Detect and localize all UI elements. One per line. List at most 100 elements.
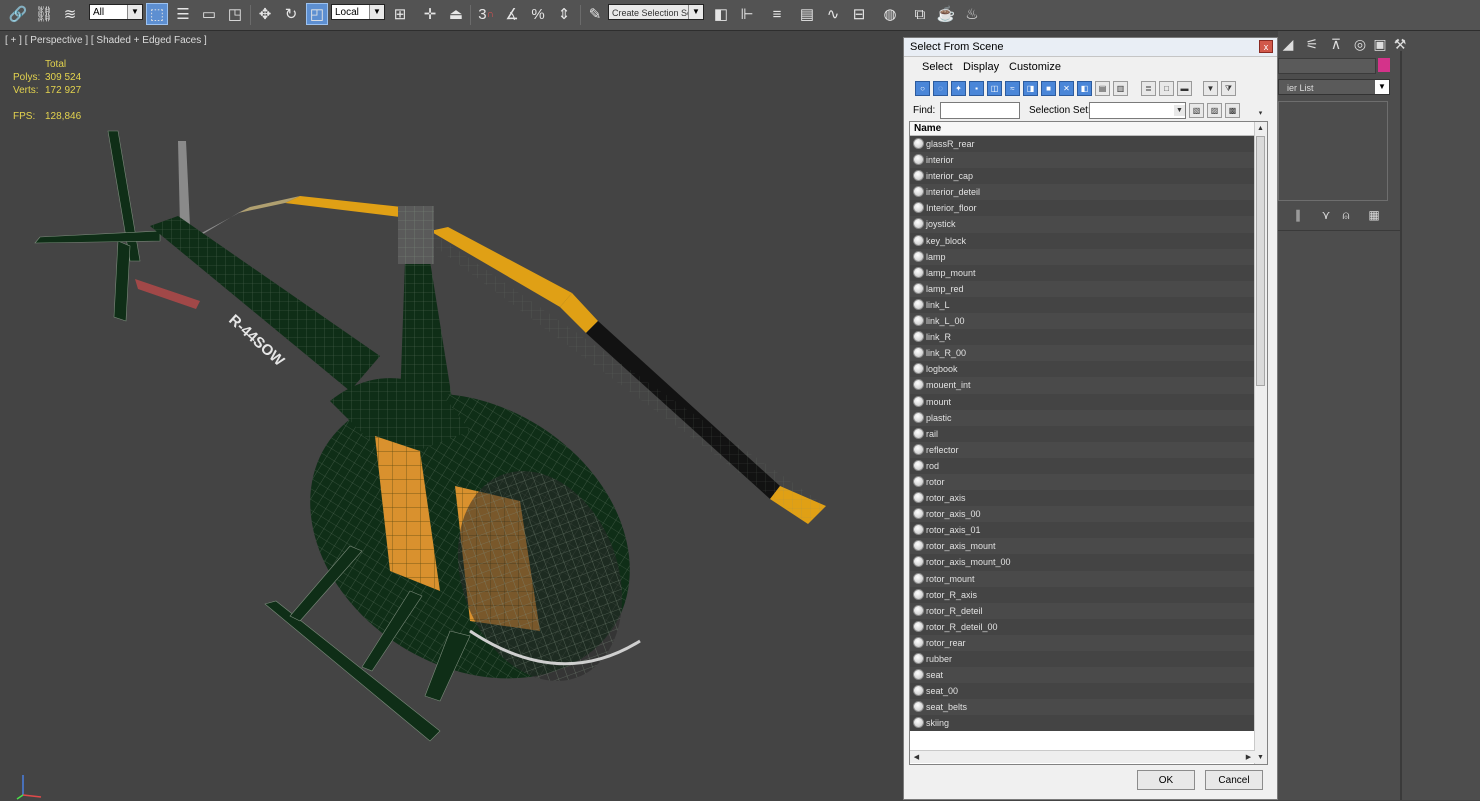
reference-coordinate-dropdown[interactable]: Local ▼: [331, 4, 385, 20]
display-helpers-icon[interactable]: ◫: [987, 81, 1002, 96]
percent-snap-icon[interactable]: %: [527, 3, 549, 25]
list-item[interactable]: rotor_R_deteil_00: [910, 618, 1255, 635]
bind-space-warp-icon[interactable]: ≋: [59, 3, 81, 25]
display-containers-icon[interactable]: ◧: [1077, 81, 1092, 96]
scroll-right-icon[interactable]: ▶: [1243, 751, 1254, 762]
mirror-icon[interactable]: ◧: [710, 3, 732, 25]
list-item[interactable]: rotor_R_axis: [910, 586, 1255, 603]
column-header-name[interactable]: Name: [910, 122, 1255, 136]
scroll-up-icon[interactable]: ▲: [1255, 123, 1266, 134]
list-item[interactable]: interior_deteil: [910, 184, 1255, 201]
list-item[interactable]: interior: [910, 152, 1255, 169]
select-object-icon[interactable]: ⬚: [146, 3, 168, 25]
dialog-title-bar[interactable]: Select From Scene x: [904, 38, 1277, 57]
display-none-icon[interactable]: ▥: [1113, 81, 1128, 96]
create-selection-set-icon[interactable]: ▧: [1189, 103, 1204, 118]
list-item[interactable]: rotor: [910, 473, 1255, 491]
schematic-view-icon[interactable]: ⊟: [848, 3, 870, 25]
list-item[interactable]: lamp: [910, 248, 1255, 265]
pin-stack-icon[interactable]: ∥: [1288, 206, 1308, 224]
render-production-icon[interactable]: ♨: [961, 3, 983, 25]
perspective-viewport[interactable]: [ + ] [ Perspective ] [ Shaded + Edged F…: [0, 31, 903, 800]
hierarchy-panel-icon[interactable]: ⊼: [1326, 35, 1346, 53]
menu-display[interactable]: Display: [963, 61, 999, 73]
display-all-icon[interactable]: ▤: [1095, 81, 1110, 96]
list-item[interactable]: interior_cap: [910, 168, 1255, 185]
object-color-swatch[interactable]: [1378, 58, 1390, 72]
list-item[interactable]: Interior_floor: [910, 200, 1255, 217]
select-all-icon[interactable]: ≣: [1141, 81, 1156, 96]
list-item[interactable]: link_L_00: [910, 313, 1255, 330]
select-none-icon[interactable]: □: [1159, 81, 1174, 96]
modifier-stack[interactable]: [1278, 101, 1388, 201]
list-item[interactable]: plastic: [910, 409, 1255, 426]
horizontal-scrollbar[interactable]: ◀ ▶: [910, 750, 1255, 763]
list-item[interactable]: seat_belts: [910, 699, 1255, 716]
display-space-warps-icon[interactable]: ≈: [1005, 81, 1020, 96]
remove-from-selection-set-icon[interactable]: ▩: [1225, 103, 1240, 118]
list-item[interactable]: rotor_R_deteil: [910, 602, 1255, 619]
select-by-name-icon[interactable]: ☰: [172, 3, 194, 25]
modify-panel-icon[interactable]: ⚟: [1302, 35, 1322, 53]
object-name-field[interactable]: [1278, 58, 1376, 74]
curve-editor-icon[interactable]: ∿: [822, 3, 844, 25]
window-crossing-icon[interactable]: ◳: [224, 3, 246, 25]
list-item[interactable]: lamp_red: [910, 280, 1255, 297]
list-item[interactable]: rotor_axis_mount_00: [910, 554, 1255, 571]
layer-manager-icon[interactable]: ≡: [766, 3, 788, 25]
named-selection-set-dropdown[interactable]: Create Selection Se ▼: [608, 4, 704, 20]
vertical-scrollbar[interactable]: ▲ ▼: [1254, 122, 1267, 764]
display-shapes-icon[interactable]: ◌: [933, 81, 948, 96]
angle-snap-icon[interactable]: ∡: [501, 3, 523, 25]
list-item[interactable]: skiing: [910, 715, 1255, 732]
display-panel-icon[interactable]: ▣: [1370, 35, 1390, 53]
selection-filter-dropdown[interactable]: All ▼: [89, 4, 143, 20]
list-item[interactable]: mouent_int: [910, 377, 1255, 394]
display-cameras-icon[interactable]: ▪: [969, 81, 984, 96]
edit-named-selection-icon[interactable]: ✎: [584, 3, 606, 25]
list-item[interactable]: seat_00: [910, 683, 1255, 700]
expand-toolbar-icon[interactable]: ▾: [1255, 107, 1266, 118]
helicopter-model[interactable]: R-44SOW: [0, 31, 903, 800]
render-setup-icon[interactable]: ⧉: [909, 3, 931, 25]
list-item[interactable]: rod: [910, 457, 1255, 474]
display-xrefs-icon[interactable]: ■: [1041, 81, 1056, 96]
rotate-icon[interactable]: ↻: [280, 3, 302, 25]
list-item[interactable]: seat: [910, 667, 1255, 684]
material-editor-icon[interactable]: ◍: [879, 3, 901, 25]
display-geometry-icon[interactable]: ○: [915, 81, 930, 96]
add-to-selection-set-icon[interactable]: ▨: [1207, 103, 1222, 118]
list-item[interactable]: logbook: [910, 361, 1255, 378]
scroll-left-icon[interactable]: ◀: [911, 751, 922, 762]
link-icon[interactable]: 🔗: [7, 3, 29, 25]
snap-toggle-icon[interactable]: 3 ∩: [475, 3, 497, 25]
list-item[interactable]: rotor_axis_01: [910, 522, 1255, 539]
configure-modifier-sets-icon[interactable]: ▦: [1364, 206, 1384, 224]
list-item[interactable]: reflector: [910, 441, 1255, 458]
find-input[interactable]: [940, 102, 1020, 119]
scale-icon[interactable]: ◰: [306, 3, 328, 25]
scene-object-list[interactable]: Name glassR_rear interior interior_cap inte…: [909, 121, 1268, 765]
list-item[interactable]: key_block: [910, 232, 1255, 249]
menu-select[interactable]: Select: [922, 61, 953, 73]
scrollbar-thumb[interactable]: [1256, 136, 1265, 386]
select-manipulate-icon[interactable]: ✛: [419, 3, 441, 25]
list-item[interactable]: link_R: [910, 329, 1255, 346]
list-item[interactable]: rail: [910, 425, 1255, 442]
list-item[interactable]: rotor_axis_00: [910, 506, 1255, 523]
select-invert-icon[interactable]: ▬: [1177, 81, 1192, 96]
cancel-button[interactable]: Cancel: [1205, 770, 1263, 790]
menu-customize[interactable]: Customize: [1009, 61, 1061, 73]
selection-set-dropdown[interactable]: ▼: [1089, 102, 1186, 119]
make-unique-icon[interactable]: ⍝: [1336, 206, 1356, 224]
list-item[interactable]: mount: [910, 393, 1255, 410]
list-item[interactable]: rotor_axis_mount: [910, 538, 1255, 555]
modifier-list-dropdown[interactable]: ier List ▼: [1278, 79, 1390, 95]
rendered-frame-window-icon[interactable]: ☕: [935, 3, 957, 25]
keyboard-shortcut-override-icon[interactable]: ⏏: [445, 3, 467, 25]
close-icon[interactable]: x: [1259, 40, 1273, 53]
motion-panel-icon[interactable]: ◎: [1350, 35, 1370, 53]
display-bones-icon[interactable]: ✕: [1059, 81, 1074, 96]
list-item[interactable]: link_L: [910, 296, 1255, 314]
filter-icon[interactable]: ▼: [1203, 81, 1218, 96]
